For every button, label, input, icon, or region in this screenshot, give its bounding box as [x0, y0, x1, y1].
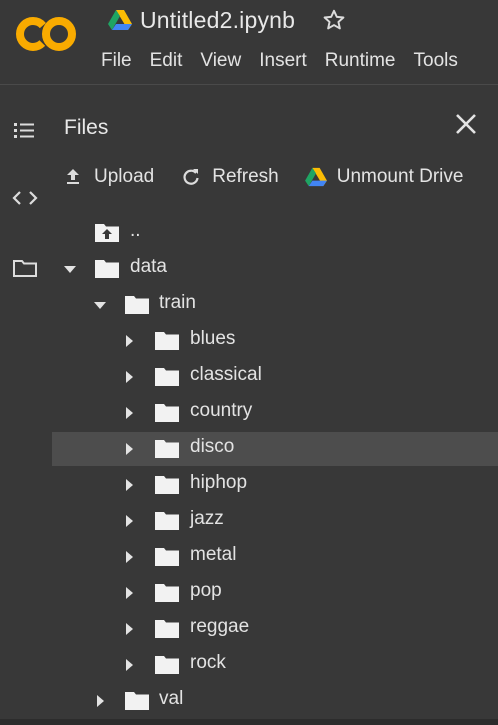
- folder-icon: [155, 548, 179, 566]
- table-of-contents-icon[interactable]: [10, 118, 40, 142]
- google-drive-icon: [304, 167, 327, 187]
- folder-icon: [155, 512, 179, 530]
- tree-row-genre[interactable]: metal: [52, 540, 498, 574]
- files-panel-title: Files: [64, 116, 109, 139]
- folder-icon: [155, 656, 179, 674]
- colab-window: CO Untitled2.ipynb File Edit View Insert…: [0, 0, 498, 725]
- close-icon[interactable]: [452, 110, 480, 138]
- refresh-button[interactable]: Refresh: [180, 166, 279, 188]
- folder-icon: [95, 260, 119, 278]
- folder-icon: [155, 584, 179, 602]
- tree-row-genre[interactable]: rock: [52, 648, 498, 682]
- menu-file[interactable]: File: [92, 46, 141, 76]
- caret-right-icon[interactable]: [122, 585, 136, 601]
- tree-label-genre: blues: [190, 328, 236, 349]
- caret-right-icon[interactable]: [122, 441, 136, 457]
- tree-label-data: data: [130, 256, 167, 277]
- bottom-edge: [0, 719, 498, 725]
- tree-row-genre[interactable]: jazz: [52, 504, 498, 538]
- folder-icon: [155, 404, 179, 422]
- tree-row-genre[interactable]: disco: [52, 432, 498, 466]
- tree-row-genre[interactable]: hiphop: [52, 468, 498, 502]
- tree-label-genre: rock: [190, 652, 226, 673]
- tree-row-train[interactable]: train: [52, 288, 498, 322]
- upload-button[interactable]: Upload: [62, 166, 154, 188]
- caret-right-icon[interactable]: [122, 513, 136, 529]
- tree-row-data[interactable]: data: [52, 252, 498, 286]
- tree-row-genre[interactable]: classical: [52, 360, 498, 394]
- notebook-title[interactable]: Untitled2.ipynb: [140, 7, 295, 34]
- google-drive-icon: [108, 10, 132, 30]
- folder-icon: [155, 368, 179, 386]
- folder-icon: [155, 476, 179, 494]
- folder-icon: [155, 620, 179, 638]
- tree-row-genre[interactable]: country: [52, 396, 498, 430]
- caret-right-icon[interactable]: [122, 477, 136, 493]
- menu-view[interactable]: View: [191, 46, 250, 76]
- tree-label-val: val: [159, 688, 184, 709]
- refresh-label: Refresh: [212, 166, 279, 187]
- folder-up-icon: [95, 224, 119, 242]
- tree-row-genre[interactable]: reggae: [52, 612, 498, 646]
- folder-icon: [125, 296, 149, 314]
- folder-icon: [155, 332, 179, 350]
- tree-label-genre: metal: [190, 544, 237, 565]
- code-snippets-icon[interactable]: [10, 186, 40, 210]
- tree-label-genre: disco: [190, 436, 235, 457]
- upload-label: Upload: [94, 166, 155, 187]
- tree-label-genre: country: [190, 400, 253, 421]
- files-folder-icon[interactable]: [10, 256, 40, 280]
- caret-right-icon[interactable]: [93, 693, 107, 709]
- caret-right-icon[interactable]: [122, 621, 136, 637]
- caret-right-icon[interactable]: [122, 657, 136, 673]
- tree-label-genre: hiphop: [190, 472, 248, 493]
- tree-label-genre: reggae: [190, 616, 250, 637]
- refresh-icon: [183, 169, 199, 185]
- tree-label-genre: jazz: [190, 508, 224, 529]
- header-divider: [0, 84, 498, 85]
- title-row: Untitled2.ipynb: [108, 4, 347, 36]
- menu-edit[interactable]: Edit: [141, 46, 192, 76]
- unmount-drive-button[interactable]: Unmount Drive: [304, 166, 464, 188]
- tree-label-genre: pop: [190, 580, 222, 601]
- tree-row-val[interactable]: val: [52, 684, 498, 718]
- caret-right-icon[interactable]: [122, 333, 136, 349]
- folder-icon: [155, 440, 179, 458]
- menu-tools[interactable]: Tools: [405, 46, 467, 76]
- colab-logo[interactable]: CO: [14, 14, 78, 54]
- caret-right-icon[interactable]: [122, 405, 136, 421]
- caret-down-icon[interactable]: [63, 261, 77, 277]
- menu-insert[interactable]: Insert: [250, 46, 316, 76]
- menu-bar: File Edit View Insert Runtime Tools: [92, 44, 467, 78]
- tree-label-genre: classical: [190, 364, 262, 385]
- caret-right-icon[interactable]: [122, 369, 136, 385]
- tree-row-parent[interactable]: ..: [52, 216, 498, 250]
- tree-label-parent: ..: [130, 220, 141, 241]
- tree-label-train: train: [159, 292, 196, 313]
- caret-down-icon[interactable]: [93, 297, 107, 313]
- file-actions: Upload Refresh Unmount Drive: [62, 163, 489, 191]
- caret-right-icon[interactable]: [122, 549, 136, 565]
- tree-row-genre[interactable]: pop: [52, 576, 498, 610]
- upload-icon: [67, 169, 79, 184]
- menu-runtime[interactable]: Runtime: [316, 46, 405, 76]
- star-outline-icon[interactable]: [321, 7, 347, 33]
- folder-icon: [125, 692, 149, 710]
- unmount-drive-label: Unmount Drive: [336, 166, 464, 187]
- tree-row-genre[interactable]: blues: [52, 324, 498, 358]
